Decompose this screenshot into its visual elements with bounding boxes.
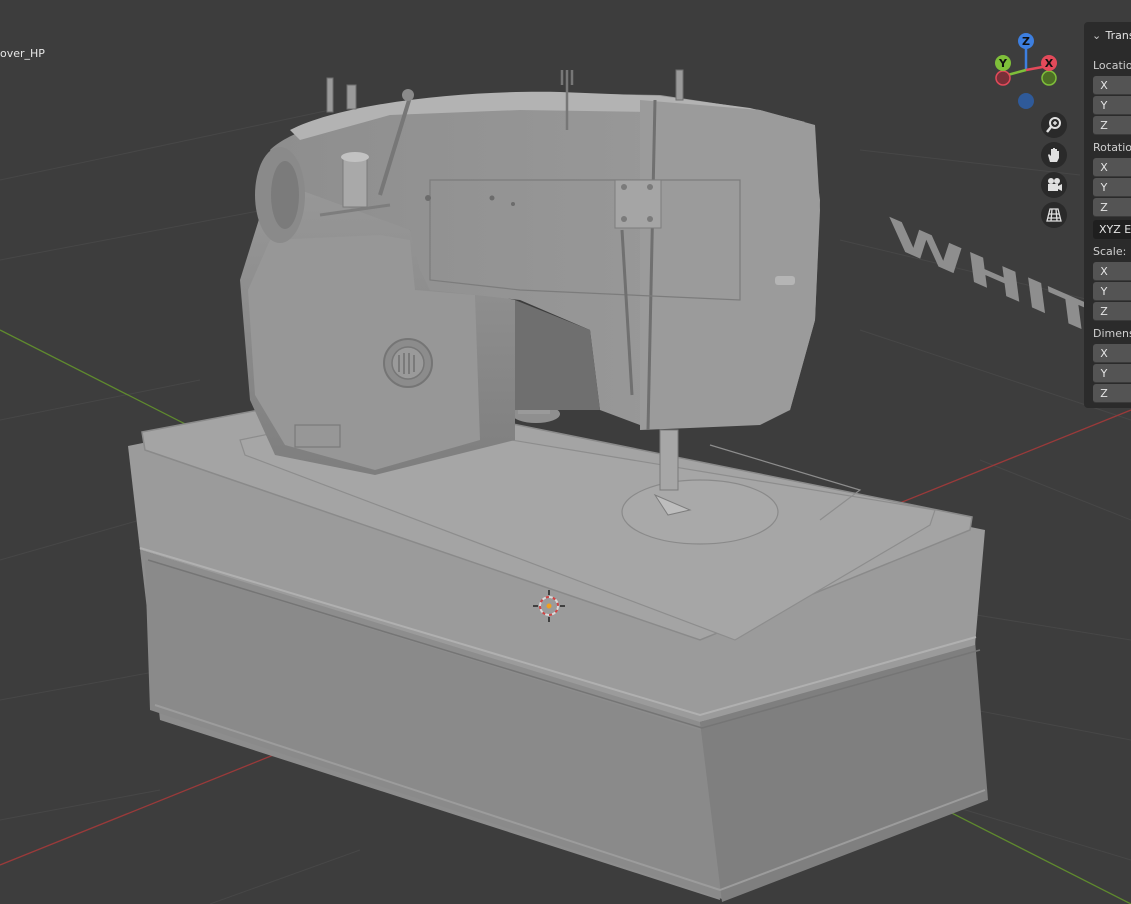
dimensions-label: Dimens xyxy=(1093,327,1131,340)
sewing-machine-base xyxy=(128,391,988,902)
gizmo-neg-z xyxy=(1018,93,1034,109)
rotation-label: Rotation xyxy=(1093,141,1131,154)
location-x-field[interactable]: X xyxy=(1093,76,1131,95)
camera-icon xyxy=(1048,178,1062,191)
dimensions-x-field[interactable]: X xyxy=(1093,344,1131,363)
rotation-z-field[interactable]: Z xyxy=(1093,198,1131,217)
dimensions-z-field[interactable]: Z xyxy=(1093,384,1131,403)
gizmo-y-label: Y xyxy=(998,57,1008,70)
location-z-field[interactable]: Z xyxy=(1093,116,1131,135)
scale-x-field[interactable]: X xyxy=(1093,262,1131,281)
scale-label: Scale: xyxy=(1093,245,1127,258)
location-label: Locatio xyxy=(1093,59,1131,72)
chevron-down-icon: ⌄ xyxy=(1092,29,1102,42)
pan-hand-icon xyxy=(1048,148,1059,162)
ortho-toggle-button[interactable] xyxy=(1041,202,1067,228)
rotation-mode-dropdown[interactable]: XYZ E xyxy=(1093,220,1131,239)
3d-viewport[interactable]: WHIT over_HP Z Y X ⌄ Tran Locatio X Y Z … xyxy=(0,0,1131,904)
svg-text:WHIT: WHIT xyxy=(886,208,1100,347)
dimensions-y-field[interactable]: Y xyxy=(1093,364,1131,383)
active-object-name: over_HP xyxy=(0,47,45,60)
zoom-icon xyxy=(1046,117,1061,133)
scene-render: WHIT xyxy=(0,69,1131,904)
scale-z-field[interactable]: Z xyxy=(1093,302,1131,321)
floor-text: WHIT xyxy=(886,208,1100,347)
rotation-y-field[interactable]: Y xyxy=(1093,178,1131,197)
rotation-x-field[interactable]: X xyxy=(1093,158,1131,177)
panel-title: Trans xyxy=(1105,29,1131,42)
transform-panel: ⌄ Trans Locatio X Y Z Rotation X Y Z XYZ… xyxy=(1084,22,1131,408)
zoom-button[interactable] xyxy=(1041,112,1067,138)
gizmo-z-label: Z xyxy=(1022,35,1030,48)
camera-view-button[interactable] xyxy=(1041,172,1067,198)
location-y-field[interactable]: Y xyxy=(1093,96,1131,115)
ortho-grid-icon xyxy=(1046,208,1062,222)
pan-button[interactable] xyxy=(1041,142,1067,168)
gizmo-neg-x xyxy=(995,70,1011,86)
gizmo-x-label: X xyxy=(1045,57,1054,70)
scale-y-field[interactable]: Y xyxy=(1093,282,1131,301)
gizmo-neg-y xyxy=(1041,70,1057,86)
panel-header[interactable]: ⌄ Trans xyxy=(1092,29,1131,42)
navigation-gizmo[interactable]: Z Y X xyxy=(986,28,1066,118)
